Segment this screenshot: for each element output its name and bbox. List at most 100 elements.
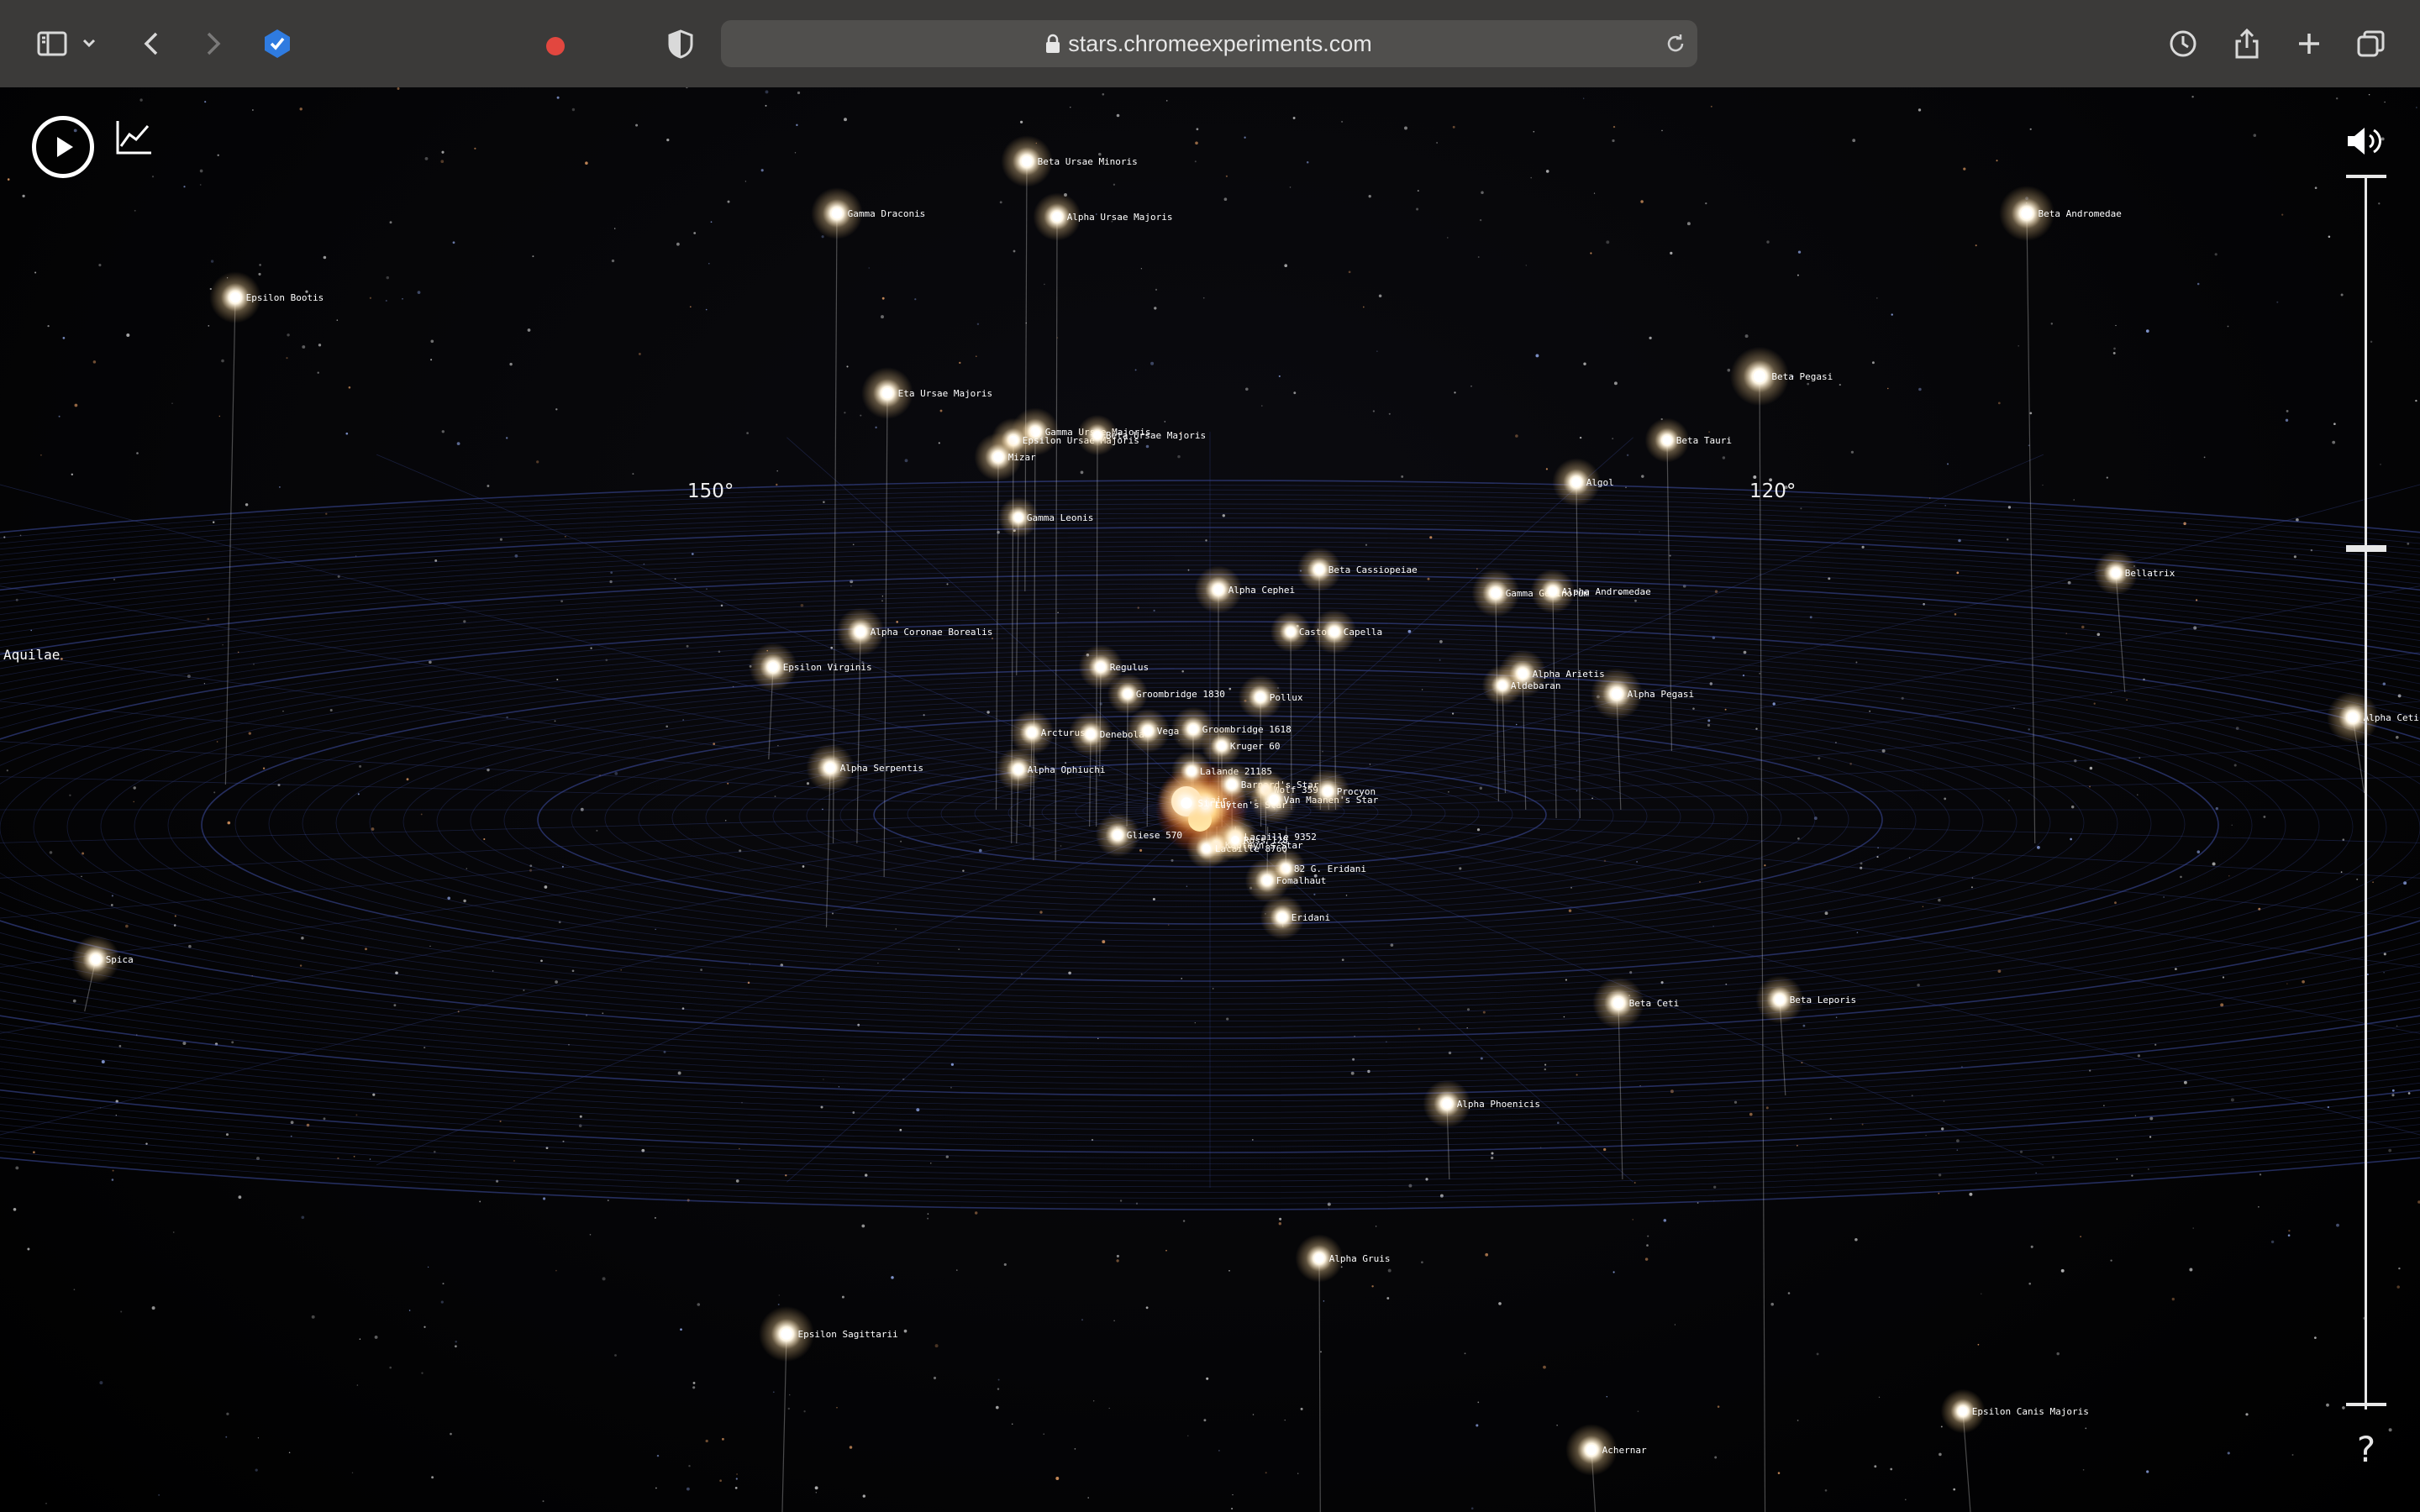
back-arrow-icon[interactable]: [133, 24, 173, 64]
chart-icon[interactable]: [114, 118, 153, 156]
star-marker[interactable]: Beta Ursae Minoris: [1001, 135, 1138, 187]
extension-shield-icon[interactable]: [257, 24, 565, 64]
volume-icon[interactable]: [2343, 121, 2383, 161]
background-star: [385, 299, 387, 302]
star-marker[interactable]: Groombridge 1830: [1107, 673, 1225, 715]
background-star: [2336, 97, 2338, 100]
background-star: [560, 600, 563, 603]
history-clock-icon[interactable]: [2163, 24, 2203, 64]
background-star: [1797, 250, 1802, 254]
star-marker[interactable]: Bellatrix: [2093, 550, 2175, 596]
background-star: [2203, 456, 2206, 459]
star-marker[interactable]: Pollux: [1238, 675, 1303, 720]
new-tab-plus-icon[interactable]: [2289, 24, 2329, 64]
background-star: [1181, 670, 1184, 673]
star-marker[interactable]: Gamma Leonis: [997, 496, 1094, 538]
star-marker[interactable]: Alpha Andromedae: [1530, 569, 1651, 614]
background-star: [1108, 1407, 1110, 1410]
reload-icon[interactable]: [1662, 30, 1689, 57]
background-star: [2314, 186, 2317, 190]
background-star: [262, 767, 266, 769]
background-star: [777, 1303, 780, 1305]
background-star: [1153, 609, 1155, 612]
background-star: [803, 1410, 806, 1413]
sidebar-toggle-icon[interactable]: [32, 24, 72, 64]
star-marker[interactable]: Algol: [1552, 458, 1614, 507]
background-star: [571, 108, 576, 112]
star-marker[interactable]: Beta Ursae Majoris: [1076, 414, 1206, 456]
background-star: [797, 91, 801, 95]
star-marker[interactable]: Alpha Serpentis: [806, 743, 923, 792]
background-star: [1164, 421, 1166, 423]
star-marker[interactable]: Alpha Gruis: [1295, 1234, 1391, 1283]
star-marker[interactable]: Alpha Coronae Borealis: [836, 607, 992, 656]
star-marker[interactable]: Beta Ceti: [1592, 977, 1679, 1029]
star-map-viewport[interactable]: Beta Ursae Minoris Gamma Draconis Alpha Ur…: [0, 87, 2420, 1512]
background-star: [1279, 1217, 1282, 1221]
zoom-slider[interactable]: [2344, 175, 2388, 1410]
star-marker[interactable]: Eta Ursae Majoris: [861, 367, 992, 419]
address-bar[interactable]: stars.chromeexperiments.com: [721, 20, 1697, 67]
play-button[interactable]: [32, 116, 94, 178]
background-star: [691, 553, 694, 555]
background-star: [369, 1158, 371, 1160]
background-star: [133, 786, 136, 790]
background-star: [1205, 539, 1207, 542]
background-star: [182, 1042, 187, 1045]
background-star: [2231, 824, 2233, 826]
background-star: [693, 232, 697, 234]
background-star: [556, 678, 559, 681]
star-marker[interactable]: Capella: [1312, 609, 1383, 654]
star-label: Epsilon Virginis: [783, 662, 872, 673]
star-core: [855, 627, 865, 637]
background-star: [1226, 1017, 1229, 1021]
star-label: Spica: [106, 954, 134, 965]
constellation-label: Aquilae: [3, 647, 60, 663]
background-star: [532, 255, 534, 258]
share-icon[interactable]: [2227, 24, 2267, 64]
star-marker[interactable]: Achernar: [1565, 1424, 1647, 1476]
background-star: [1196, 128, 1199, 131]
background-star: [2060, 1268, 2065, 1273]
star-marker[interactable]: Procyon: [1305, 769, 1376, 814]
background-star: [213, 791, 216, 794]
tab-overview-icon[interactable]: [2351, 24, 2391, 64]
star-core: [2111, 568, 2121, 578]
star-marker[interactable]: Beta Andromedae: [1999, 186, 2122, 241]
chevron-down-icon[interactable]: [77, 24, 101, 64]
star-marker[interactable]: Spica: [71, 935, 134, 984]
star-marker[interactable]: Gamma Draconis: [811, 187, 925, 239]
background-star: [666, 725, 669, 728]
zoom-handle[interactable]: [2346, 545, 2386, 552]
forward-arrow-icon[interactable]: [192, 24, 232, 64]
background-star: [1636, 860, 1639, 863]
background-star: [452, 241, 455, 244]
star-marker[interactable]: Epsilon Sagittarii: [759, 1306, 898, 1362]
star-label: Aldebaran: [1511, 680, 1561, 691]
background-star: [815, 1492, 817, 1494]
background-star: [231, 1041, 234, 1044]
star-marker[interactable]: Epsilon Canis Majoris: [1940, 1389, 2089, 1434]
star-marker[interactable]: Beta Tauri: [1644, 417, 1732, 463]
star-marker[interactable]: Beta Pegasi: [1729, 346, 1833, 407]
background-star: [933, 1376, 937, 1380]
star-marker[interactable]: Epsilon Bootis: [209, 271, 324, 323]
star-marker[interactable]: Alpha Cephei: [1194, 565, 1295, 614]
background-star: [1439, 1194, 1444, 1198]
star-label: Achernar: [1602, 1445, 1647, 1456]
background-star: [299, 108, 302, 111]
star-marker[interactable]: Alpha Ursae Majoris: [1033, 192, 1173, 241]
background-star: [2286, 983, 2288, 984]
background-star: [325, 512, 328, 515]
background-star: [345, 432, 349, 435]
star-marker[interactable]: Eridani: [1260, 895, 1331, 940]
star-core: [1143, 726, 1153, 736]
background-star: [2018, 344, 2020, 347]
background-star: [81, 875, 82, 878]
background-star: [881, 600, 883, 602]
background-star: [962, 869, 965, 872]
privacy-shield-icon[interactable]: [660, 24, 701, 64]
star-core: [1611, 688, 1623, 700]
star-map-scene[interactable]: Beta Ursae Minoris Gamma Draconis Alpha Ur…: [0, 87, 2420, 1512]
help-button[interactable]: ?: [2349, 1430, 2383, 1470]
